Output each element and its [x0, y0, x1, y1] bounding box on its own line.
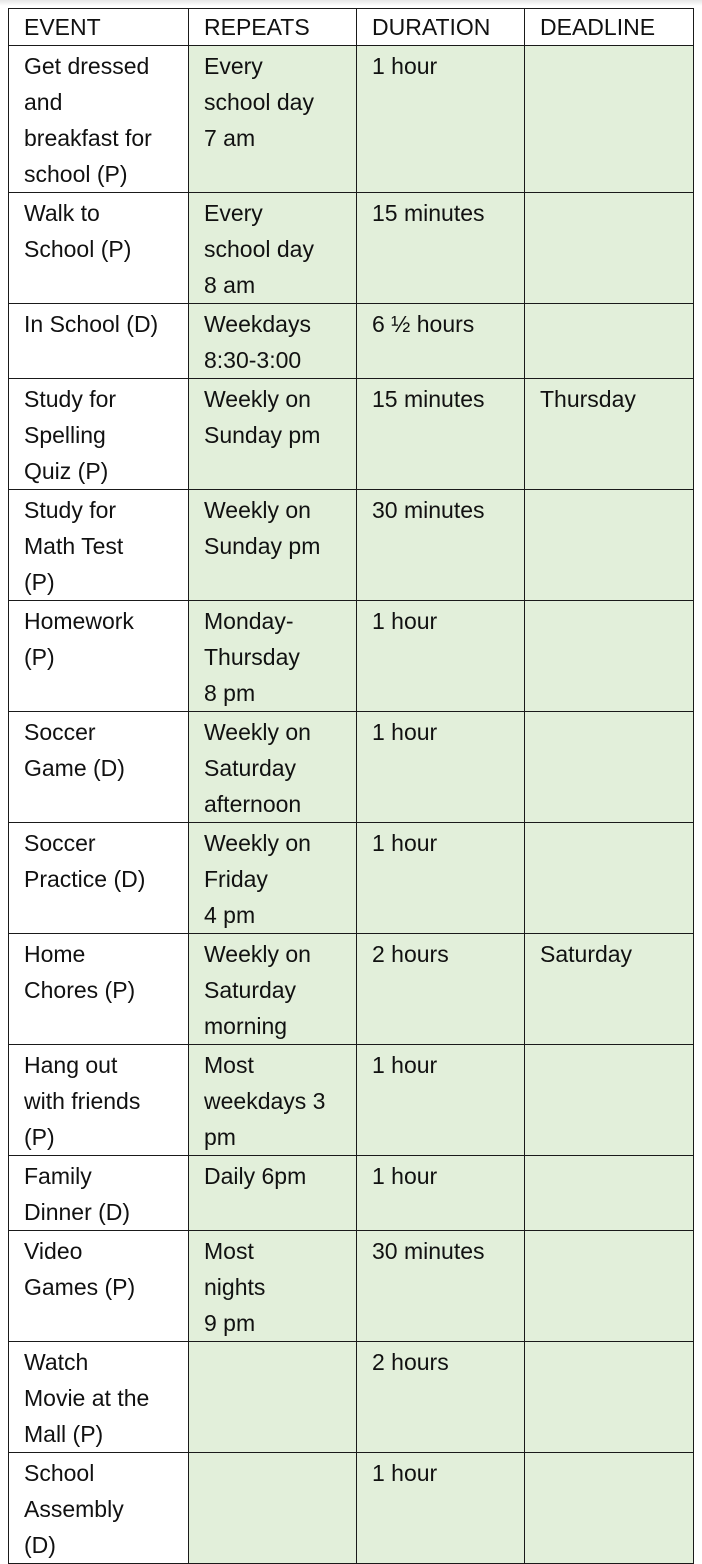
event-cell: Video Games (P) — [8, 1230, 189, 1342]
repeats-cell: Weekly on Sunday pm — [188, 378, 357, 490]
repeats-cell — [188, 1452, 357, 1564]
event-cell: Family Dinner (D) — [8, 1155, 189, 1231]
duration-cell: 2 hours — [356, 1341, 525, 1453]
event-cell: Study for Spelling Quiz (P) — [8, 378, 189, 490]
header-event: EVENT — [8, 8, 189, 46]
duration-cell: 1 hour — [356, 1044, 525, 1156]
repeats-cell: Weekly on Friday 4 pm — [188, 822, 357, 934]
table-row: Family Dinner (D) Daily 6pm 1 hour — [8, 1155, 694, 1231]
event-cell: In School (D) — [8, 303, 189, 379]
table-row: School Assembly (D) 1 hour — [8, 1452, 694, 1564]
event-cell: Get dressed and breakfast for school (P) — [8, 45, 189, 193]
header-duration: DURATION — [356, 8, 525, 46]
duration-cell: 15 minutes — [356, 192, 525, 304]
deadline-cell — [524, 711, 694, 823]
repeats-cell: Weekly on Saturday morning — [188, 933, 357, 1045]
duration-cell: 15 minutes — [356, 378, 525, 490]
event-cell: Study for Math Test (P) — [8, 489, 189, 601]
header-row: EVENT REPEATS DURATION DEADLINE — [8, 8, 694, 46]
duration-cell: 6 ½ hours — [356, 303, 525, 379]
event-cell: School Assembly (D) — [8, 1452, 189, 1564]
table-row: Home Chores (P) Weekly on Saturday mornin… — [8, 933, 694, 1045]
repeats-cell: Most weekdays 3 pm — [188, 1044, 357, 1156]
duration-cell: 30 minutes — [356, 1230, 525, 1342]
duration-cell: 1 hour — [356, 600, 525, 712]
repeats-cell — [188, 1341, 357, 1453]
event-cell: Homework (P) — [8, 600, 189, 712]
table-row: Hang out with friends (P) Most weekdays 3… — [8, 1044, 694, 1156]
repeats-cell: Every school day 7 am — [188, 45, 357, 193]
table-row: Soccer Game (D) Weekly on Saturday aftern… — [8, 711, 694, 823]
deadline-cell — [524, 192, 694, 304]
duration-cell: 2 hours — [356, 933, 525, 1045]
table-row: Video Games (P) Most nights 9 pm 30 minute… — [8, 1230, 694, 1342]
deadline-cell — [524, 1155, 694, 1231]
table-row: In School (D) Weekdays 8:30-3:00 6 ½ hours — [8, 303, 694, 379]
table-row: Watch Movie at the Mall (P) 2 hours — [8, 1341, 694, 1453]
table-row: Study for Spelling Quiz (P) Weekly on Sun… — [8, 378, 694, 490]
deadline-cell — [524, 489, 694, 601]
deadline-cell — [524, 822, 694, 934]
header-deadline: DEADLINE — [524, 8, 694, 46]
table-row: Walk to School (P) Every school day 8 am 1… — [8, 192, 694, 304]
deadline-cell: Saturday — [524, 933, 694, 1045]
event-cell: Walk to School (P) — [8, 192, 189, 304]
deadline-cell — [524, 1230, 694, 1342]
table-row: Soccer Practice (D) Weekly on Friday 4 pm… — [8, 822, 694, 934]
event-cell: Watch Movie at the Mall (P) — [8, 1341, 189, 1453]
event-cell: Hang out with friends (P) — [8, 1044, 189, 1156]
repeats-cell: Weekly on Saturday afternoon — [188, 711, 357, 823]
deadline-cell: Thursday — [524, 378, 694, 490]
repeats-cell: Daily 6pm — [188, 1155, 357, 1231]
event-cell: Soccer Practice (D) — [8, 822, 189, 934]
deadline-cell — [524, 600, 694, 712]
duration-cell: 30 minutes — [356, 489, 525, 601]
deadline-cell — [524, 1452, 694, 1564]
duration-cell: 1 hour — [356, 45, 525, 193]
deadline-cell — [524, 1341, 694, 1453]
header-repeats: REPEATS — [188, 8, 357, 46]
repeats-cell: Most nights 9 pm — [188, 1230, 357, 1342]
table-row: Study for Math Test (P) Weekly on Sunday … — [8, 489, 694, 601]
repeats-cell: Every school day 8 am — [188, 192, 357, 304]
duration-cell: 1 hour — [356, 1452, 525, 1564]
schedule-table: EVENT REPEATS DURATION DEADLINE Get dres… — [8, 8, 694, 1564]
event-cell: Soccer Game (D) — [8, 711, 189, 823]
table-row: Get dressed and breakfast for school (P)… — [8, 45, 694, 193]
duration-cell: 1 hour — [356, 1155, 525, 1231]
duration-cell: 1 hour — [356, 822, 525, 934]
deadline-cell — [524, 45, 694, 193]
table-row: Homework (P) Monday- Thursday 8 pm 1 hour — [8, 600, 694, 712]
event-cell: Home Chores (P) — [8, 933, 189, 1045]
page-top-shadow — [0, 0, 702, 6]
repeats-cell: Monday- Thursday 8 pm — [188, 600, 357, 712]
deadline-cell — [524, 1044, 694, 1156]
duration-cell: 1 hour — [356, 711, 525, 823]
deadline-cell — [524, 303, 694, 379]
repeats-cell: Weekdays 8:30-3:00 — [188, 303, 357, 379]
repeats-cell: Weekly on Sunday pm — [188, 489, 357, 601]
